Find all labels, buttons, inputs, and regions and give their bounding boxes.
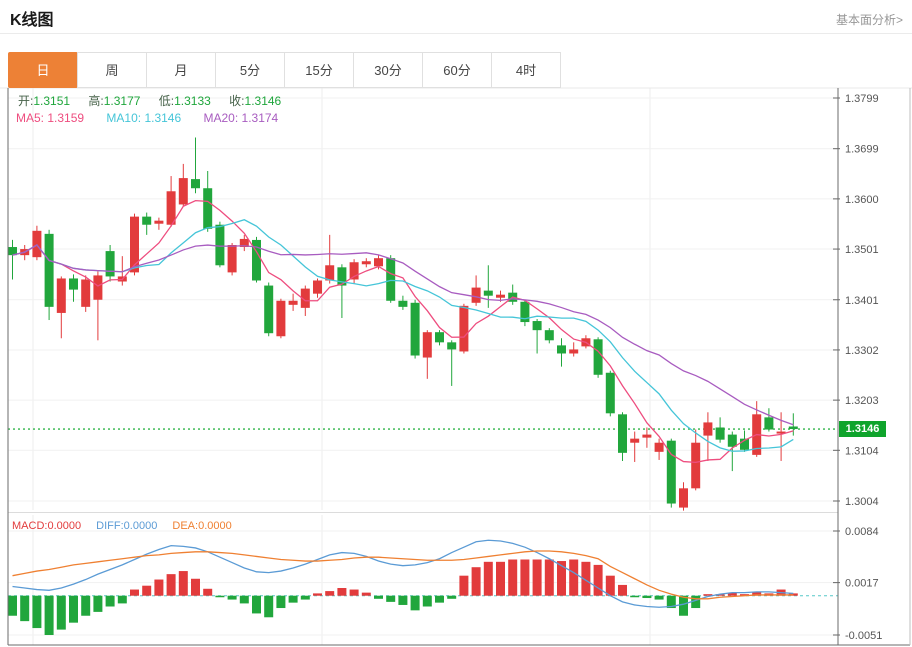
svg-text:0.0017: 0.0017	[845, 578, 879, 590]
tab-week[interactable]: 周	[77, 52, 147, 88]
high-label: 高:	[88, 94, 103, 108]
high-value: 1.3177	[104, 94, 141, 108]
tab-5min[interactable]: 5分	[215, 52, 285, 88]
low-label: 低:	[159, 94, 174, 108]
tab-day[interactable]: 日	[8, 52, 78, 88]
diff-value-legend: DIFF:0.0000	[96, 520, 157, 532]
close-value: 1.3146	[245, 94, 282, 108]
svg-text:1.3799: 1.3799	[845, 93, 879, 105]
ohlc-legend: 开:1.3151 高:1.3177 低:1.3133 收:1.3146	[18, 92, 296, 109]
tab-month[interactable]: 月	[146, 52, 216, 88]
ma20-legend: MA20: 1.3174	[203, 111, 278, 125]
macd-value-legend: MACD:0.0000	[12, 520, 81, 532]
fundamental-analysis-link[interactable]: 基本面分析>	[836, 11, 903, 28]
page-title: K线图	[10, 6, 54, 30]
close-label: 收:	[229, 94, 244, 108]
svg-text:1.3203: 1.3203	[845, 395, 879, 407]
tab-4hour[interactable]: 4时	[491, 52, 561, 88]
ma-legend: MA5: 1.3159 MA10: 1.3146 MA20: 1.3174	[16, 111, 297, 125]
open-label: 开:	[18, 94, 33, 108]
tab-15min[interactable]: 15分	[284, 52, 354, 88]
svg-text:1.3600: 1.3600	[845, 194, 879, 206]
header-divider	[0, 33, 912, 34]
ma5-legend: MA5: 1.3159	[16, 111, 84, 125]
ma10-legend: MA10: 1.3146	[106, 111, 181, 125]
svg-text:1.3401: 1.3401	[845, 295, 879, 307]
tab-60min[interactable]: 60分	[422, 52, 492, 88]
tab-30min[interactable]: 30分	[353, 52, 423, 88]
svg-text:-0.0051: -0.0051	[845, 630, 882, 642]
dea-value-legend: DEA:0.0000	[172, 520, 231, 532]
svg-text:0.0084: 0.0084	[845, 526, 879, 538]
svg-text:1.3104: 1.3104	[845, 445, 879, 457]
open-value: 1.3151	[33, 94, 70, 108]
svg-text:1.3699: 1.3699	[845, 144, 879, 156]
svg-text:1.3501: 1.3501	[845, 244, 879, 256]
kline-widget: { "header": { "title": "K线图", "link_labe…	[0, 0, 912, 647]
svg-text:1.3302: 1.3302	[845, 345, 879, 357]
period-tab-bar: 日 周 月 5分 15分 30分 60分 4时	[8, 52, 561, 88]
svg-text:1.3004: 1.3004	[845, 496, 879, 508]
macd-legend: MACD:0.0000 DIFF:0.0000 DEA:0.0000	[12, 520, 244, 532]
low-value: 1.3133	[174, 94, 211, 108]
current-price-badge: 1.3146	[839, 421, 886, 437]
